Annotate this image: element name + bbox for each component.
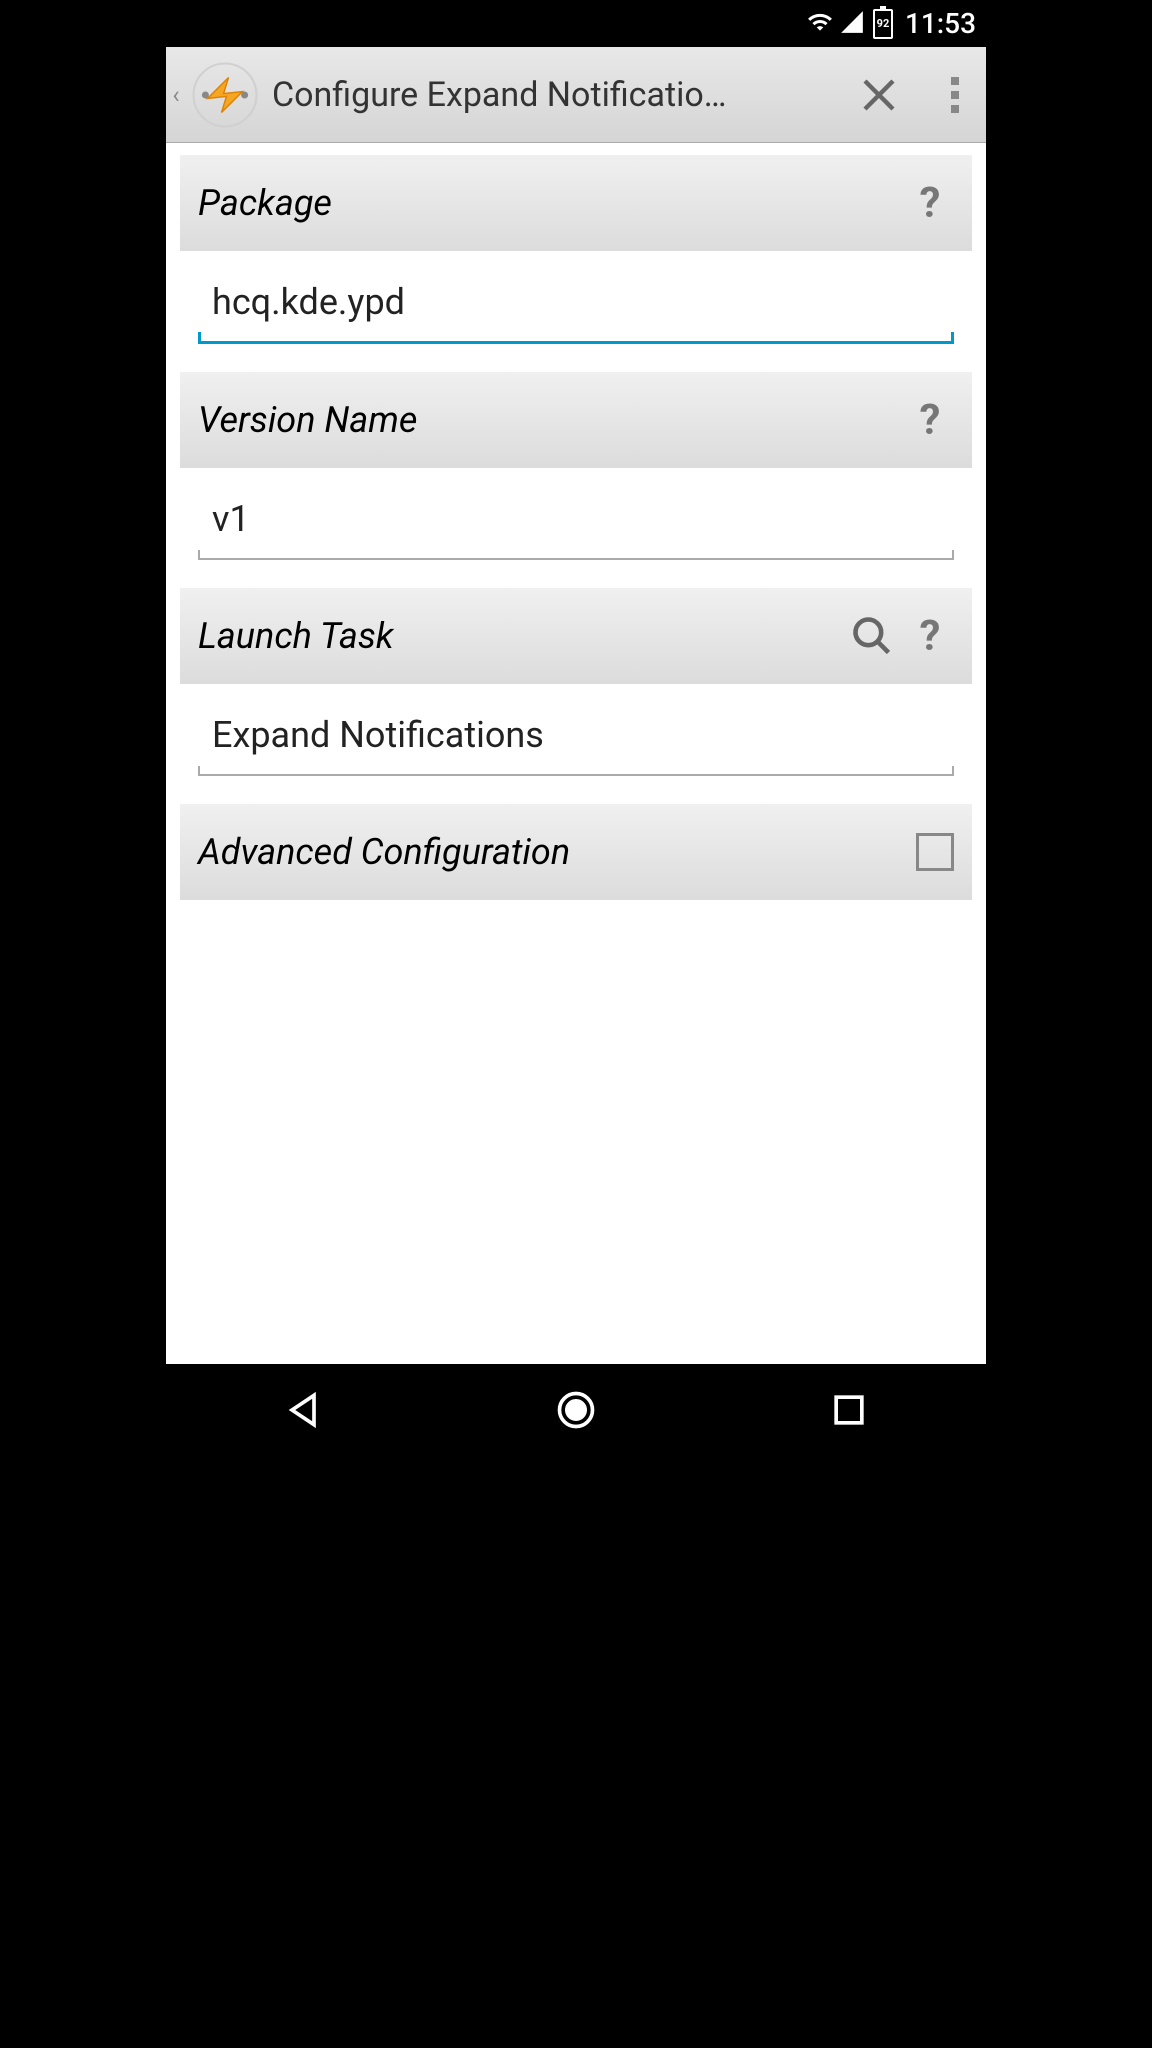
nav-recent-button[interactable]: [814, 1375, 884, 1445]
app-icon[interactable]: [190, 60, 260, 130]
launch-task-label: Launch Task: [198, 615, 848, 657]
launch-task-header: Launch Task ?: [180, 588, 972, 684]
close-button[interactable]: [834, 47, 924, 143]
package-input-wrapper: [180, 263, 972, 372]
package-header: Package ?: [180, 155, 972, 251]
battery-level: 92: [877, 17, 890, 30]
watermark-area: [166, 1456, 986, 2048]
package-label: Package: [198, 182, 896, 224]
back-button[interactable]: ‹: [166, 47, 186, 143]
launch-task-input[interactable]: [198, 696, 954, 776]
nav-bar: [166, 1364, 986, 1456]
advanced-config-label: Advanced Configuration: [198, 831, 906, 873]
version-name-input-wrapper: [180, 480, 972, 588]
version-name-header: Version Name ?: [180, 372, 972, 468]
search-icon[interactable]: [848, 612, 896, 660]
advanced-config-header[interactable]: Advanced Configuration: [180, 804, 972, 900]
nav-home-button[interactable]: [541, 1375, 611, 1445]
wifi-icon: [807, 9, 833, 39]
content-area: Package ? Version Name ? Launch Task ?: [166, 143, 986, 1364]
version-name-input[interactable]: [198, 480, 954, 560]
app-bar: ‹ Configure Expand Notificatio…: [166, 47, 986, 143]
overflow-dots-icon: [951, 77, 959, 113]
help-icon[interactable]: ?: [906, 612, 954, 660]
overflow-menu-button[interactable]: [924, 47, 986, 143]
clock: 11:53: [905, 7, 976, 40]
status-bar: 92 11:53: [166, 0, 986, 47]
battery-icon: 92: [873, 9, 893, 39]
advanced-config-checkbox[interactable]: [916, 833, 954, 871]
package-input[interactable]: [198, 263, 954, 344]
help-icon[interactable]: ?: [906, 179, 954, 227]
page-title: Configure Expand Notificatio…: [272, 75, 834, 115]
launch-task-input-wrapper: [180, 696, 972, 804]
nav-back-button[interactable]: [268, 1375, 338, 1445]
help-icon[interactable]: ?: [906, 396, 954, 444]
signal-icon: [839, 9, 865, 39]
version-name-label: Version Name: [198, 399, 896, 441]
device-frame: 92 11:53 ‹ Configure Expand Notificatio……: [166, 0, 986, 1456]
